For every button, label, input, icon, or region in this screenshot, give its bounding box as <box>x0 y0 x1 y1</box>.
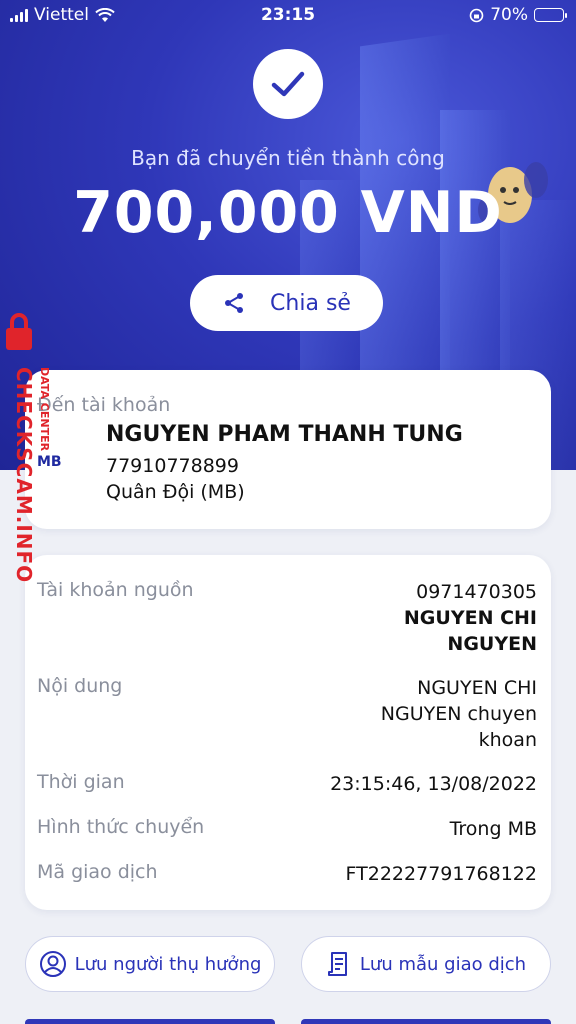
share-button[interactable]: Chia sẻ <box>190 275 383 331</box>
watermark-main: CHECKSCAM.INFO <box>12 367 36 584</box>
orientation-lock-icon <box>469 8 484 22</box>
txn-value: FT22227791768122 <box>345 863 537 885</box>
save-template-label: Lưu mẫu giao dịch <box>359 953 527 975</box>
content-label: Nội dung <box>37 675 123 697</box>
recipient-card: Đến tài khoản MB NGUYEN PHAM THANH TUNG … <box>25 370 551 529</box>
source-name-line2: NGUYEN <box>447 633 537 655</box>
user-circle-icon <box>39 951 66 977</box>
recipient-bank: Quân Đội (MB) <box>106 481 245 503</box>
recipient-account: 77910778899 <box>106 455 239 477</box>
time-label: Thời gian <box>37 771 125 793</box>
method-label: Hình thức chuyển <box>37 816 205 838</box>
document-icon <box>327 952 347 976</box>
save-template-button[interactable]: Lưu mẫu giao dịch <box>301 936 551 992</box>
save-beneficiary-button[interactable]: Lưu người thụ hưởng <box>25 936 275 992</box>
lock-icon <box>6 313 32 350</box>
battery-percent: 70% <box>490 5 528 25</box>
next-button-edge[interactable] <box>301 1019 551 1024</box>
detail-row-method: Hình thức chuyển Trong MB <box>37 816 537 842</box>
transfer-amount: 700,000 VND <box>73 180 503 246</box>
save-beneficiary-label: Lưu người thụ hưởng <box>74 953 262 975</box>
next-button-edge[interactable] <box>25 1019 275 1024</box>
share-label: Chia sẻ <box>270 290 351 316</box>
success-message: Bạn đã chuyển tiền thành công <box>131 146 445 170</box>
content-line2: NGUYEN chuyen <box>380 703 537 725</box>
detail-row-content: Nội dung NGUYEN CHI NGUYEN chuyen khoan <box>37 675 537 753</box>
detail-row-source: Tài khoản nguồn 0971470305 NGUYEN CHI NG… <box>37 579 537 657</box>
source-account: 0971470305 <box>416 581 537 603</box>
watermark-sub: DATA CENTER <box>38 367 51 452</box>
detail-row-time: Thời gian 23:15:46, 13/08/2022 <box>37 771 537 797</box>
recipient-name: NGUYEN PHAM THANH TUNG <box>106 422 463 447</box>
content-line3: khoan <box>478 729 537 751</box>
method-value: Trong MB <box>449 818 537 840</box>
detail-row-txn: Mã giao dịch FT22227791768122 <box>37 861 537 887</box>
source-name-line1: NGUYEN CHI <box>403 607 537 629</box>
battery-icon <box>534 8 567 22</box>
success-check-icon <box>253 49 323 119</box>
txn-label: Mã giao dịch <box>37 861 158 883</box>
transaction-details-card: Tài khoản nguồn 0971470305 NGUYEN CHI NG… <box>25 555 551 910</box>
status-bar: Viettel 23:15 70% <box>0 0 576 30</box>
share-icon <box>225 293 244 313</box>
content-line1: NGUYEN CHI <box>417 677 537 699</box>
watermark: CHECKSCAM.INFO DATA CENTER <box>2 312 62 592</box>
time-value: 23:15:46, 13/08/2022 <box>330 773 537 795</box>
